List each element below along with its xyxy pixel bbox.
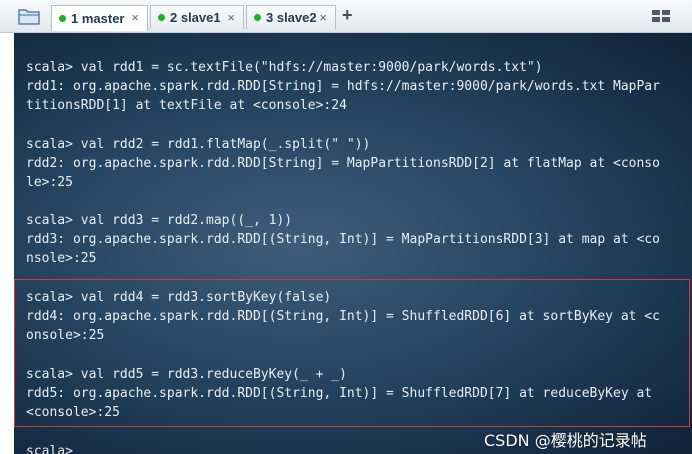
connected-status-icon [158,14,165,21]
close-icon[interactable]: × [131,10,139,25]
terminal-line: scala> val rdd2 = rdd1.flatMap(_.split("… [26,137,371,152]
add-tab-button[interactable]: + [342,5,353,26]
tab-label: 3 slave2 [266,10,317,25]
tab-bar: 1 master × 2 slave1 × 3 slave2 × + [0,0,692,33]
connected-status-icon [59,15,66,22]
close-icon[interactable]: × [319,10,327,25]
terminal-line: titionsRDD[1] at textFile at <console>:2… [26,98,347,113]
folder-icon[interactable] [18,7,40,25]
tab-label: 1 master [71,11,125,26]
watermark: CSDN @樱桃的记录帖 [484,431,647,450]
tab-master[interactable]: 1 master × [51,5,148,31]
terminal-line: scala> val rdd3 = rdd2.map((_, 1)) [26,213,293,228]
tab-slave2[interactable]: 3 slave2 × [246,5,336,29]
highlight-box [14,279,690,427]
terminal-line: rdd1: org.apache.spark.rdd.RDD[String] =… [26,79,660,94]
terminal-line: rdd2: org.apache.spark.rdd.RDD[String] =… [26,156,660,171]
terminal-line: le>:25 [26,175,73,190]
tab-slave1[interactable]: 2 slave1 × [150,5,244,29]
terminal-prompt: scala> [26,444,73,454]
close-icon[interactable]: × [227,10,235,25]
layout-grid-icon[interactable] [652,10,670,23]
connected-status-icon [254,14,261,21]
terminal-output[interactable]: scala> val rdd1 = sc.textFile("hdfs://ma… [14,33,692,454]
terminal-line: scala> val rdd1 = sc.textFile("hdfs://ma… [26,60,543,75]
tab-label: 2 slave1 [170,10,221,25]
terminal-line: rdd3: org.apache.spark.rdd.RDD[(String, … [26,232,660,247]
terminal-line: nsole>:25 [26,251,97,266]
